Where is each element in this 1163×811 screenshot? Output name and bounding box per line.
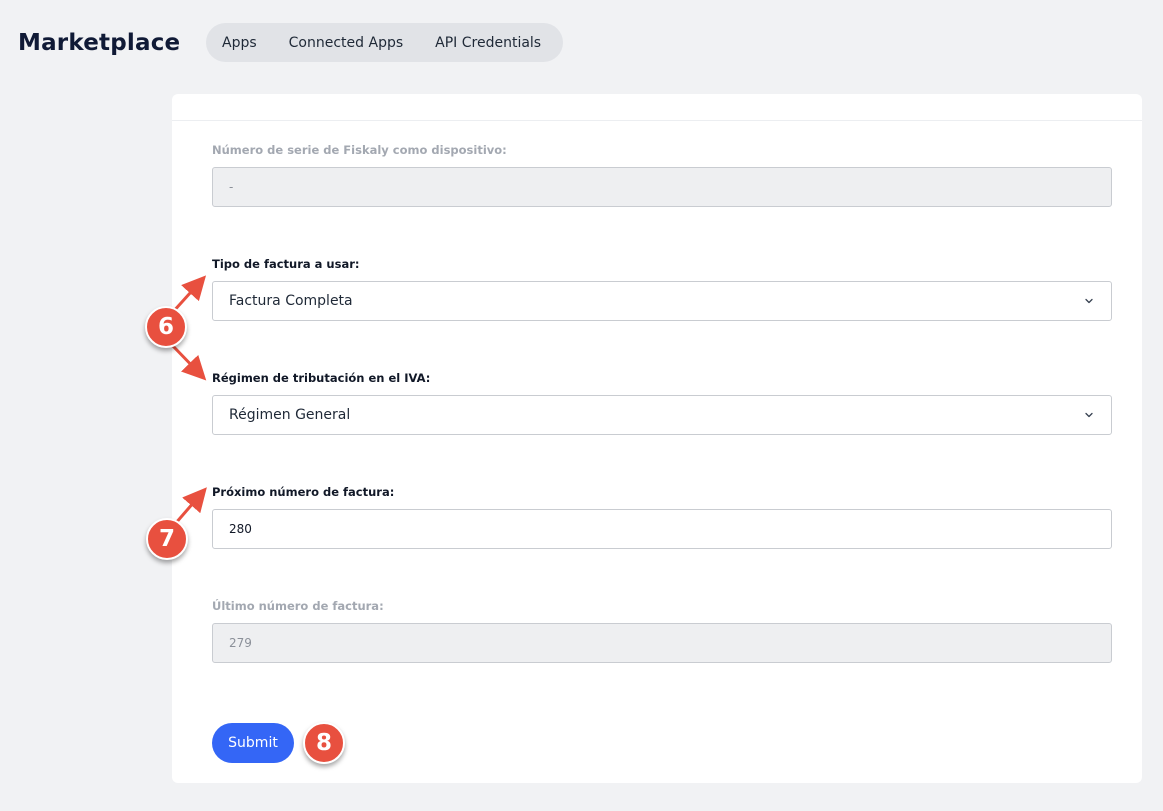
step-7-badge: 7	[146, 518, 188, 560]
arrow-to-tax-regime	[170, 343, 207, 381]
annotation-arrows	[170, 275, 207, 525]
step-8-badge: 8	[303, 722, 345, 764]
arrow-to-next-invoice	[173, 487, 207, 525]
step-6-badge: 6	[145, 306, 187, 348]
